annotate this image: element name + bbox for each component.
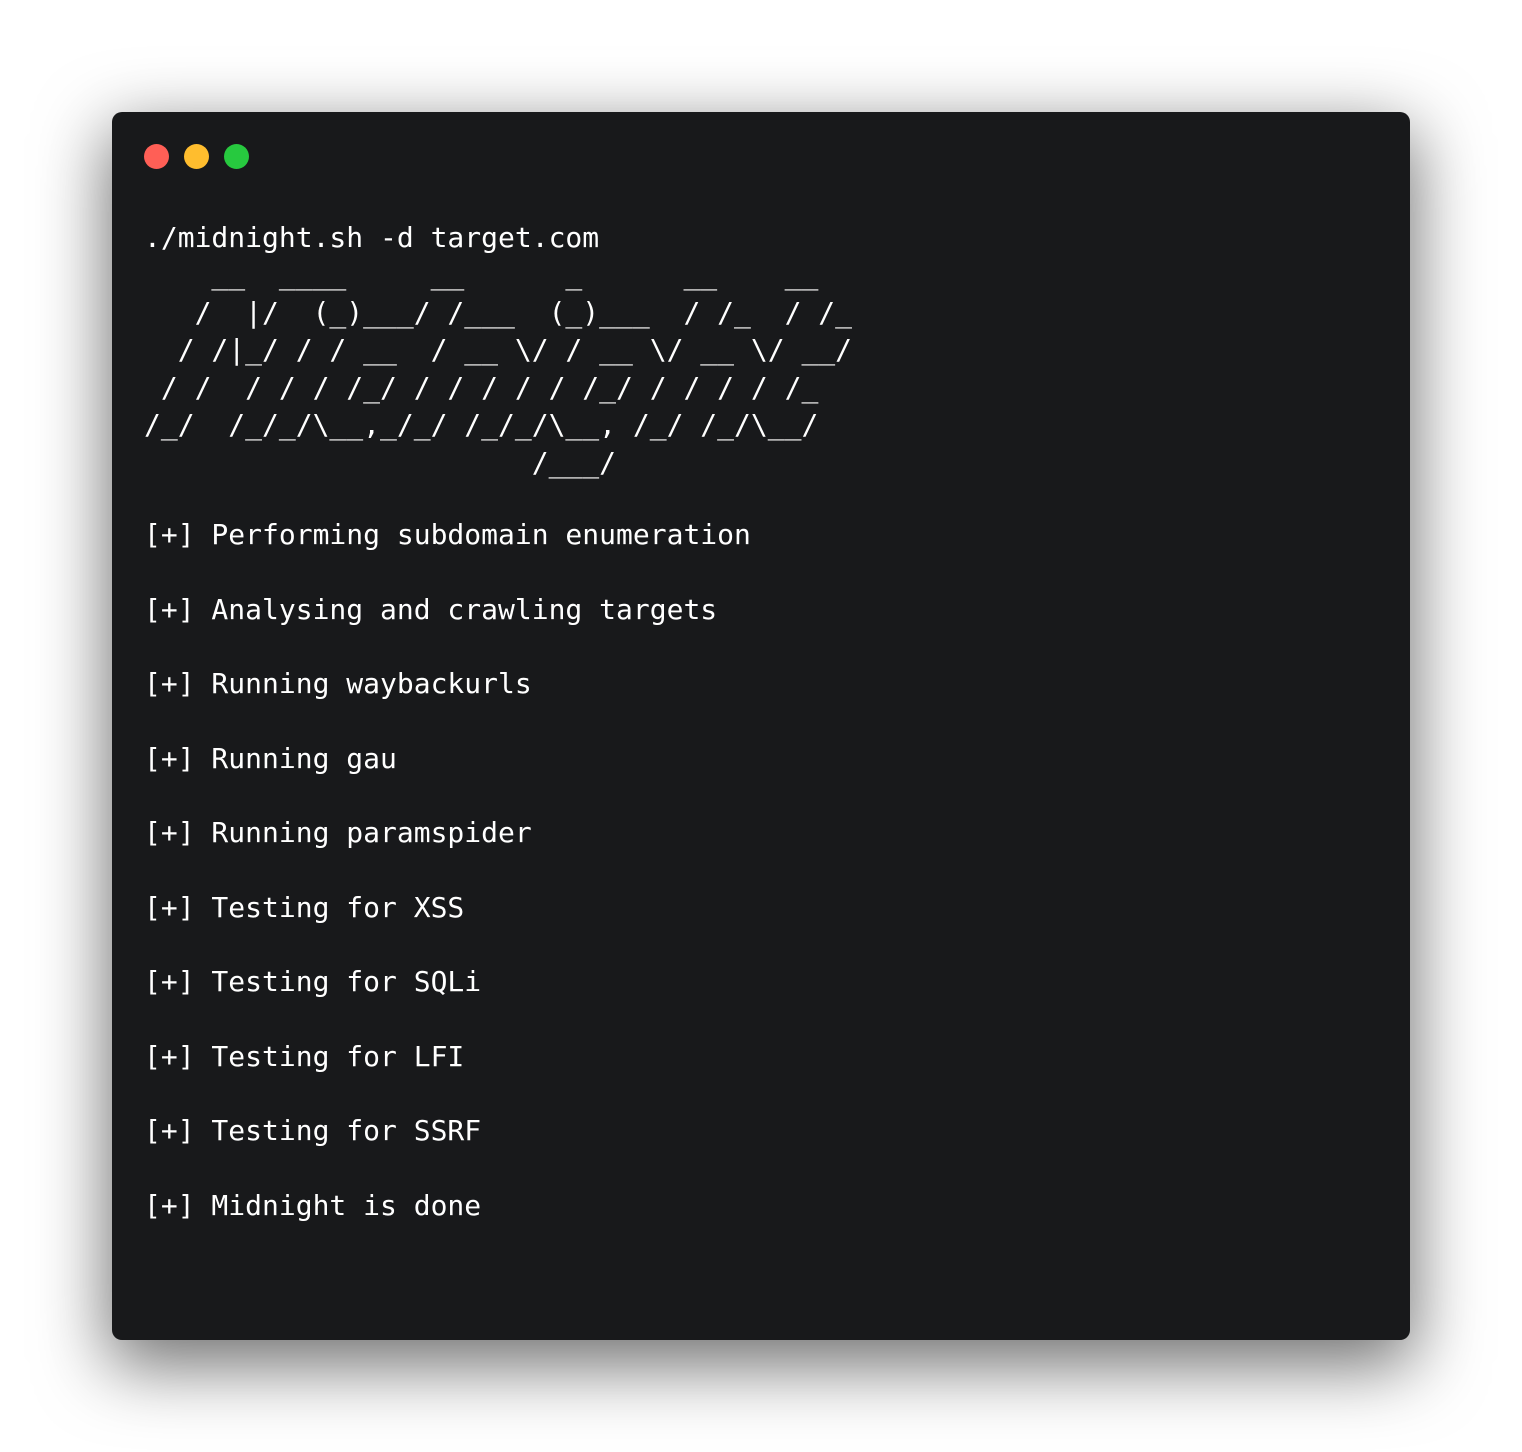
ascii-banner: __ ____ __ _ __ __ / |/ (_)___/ /___ (_)… xyxy=(144,258,853,479)
minimize-button[interactable] xyxy=(184,144,209,169)
status-line: [+] Midnight is done xyxy=(144,1188,482,1222)
window-controls xyxy=(144,144,1378,169)
command-line: ./midnight.sh -d target.com xyxy=(144,221,600,254)
status-list: [+] Performing subdomain enumeration [+]… xyxy=(144,516,1378,1224)
status-line: [+] Performing subdomain enumeration xyxy=(144,518,751,551)
status-line: [+] Testing for LFI xyxy=(144,1039,465,1073)
zoom-button[interactable] xyxy=(224,144,249,169)
close-button[interactable] xyxy=(144,144,169,169)
status-line: [+] Running paramspider xyxy=(144,816,532,849)
terminal-output[interactable]: ./midnight.sh -d target.com __ ____ __ _… xyxy=(144,219,1378,1224)
status-line: [+] Running waybackurls xyxy=(144,667,532,700)
status-line: [+] Testing for SSRF xyxy=(144,1114,482,1147)
status-line: [+] Testing for XSS xyxy=(144,890,465,924)
status-line: [+] Analysing and crawling targets xyxy=(144,592,718,626)
status-line: [+] Testing for SQLi xyxy=(144,965,482,998)
terminal-window: ./midnight.sh -d target.com __ ____ __ _… xyxy=(112,112,1410,1340)
status-line: [+] Running gau xyxy=(144,741,397,775)
